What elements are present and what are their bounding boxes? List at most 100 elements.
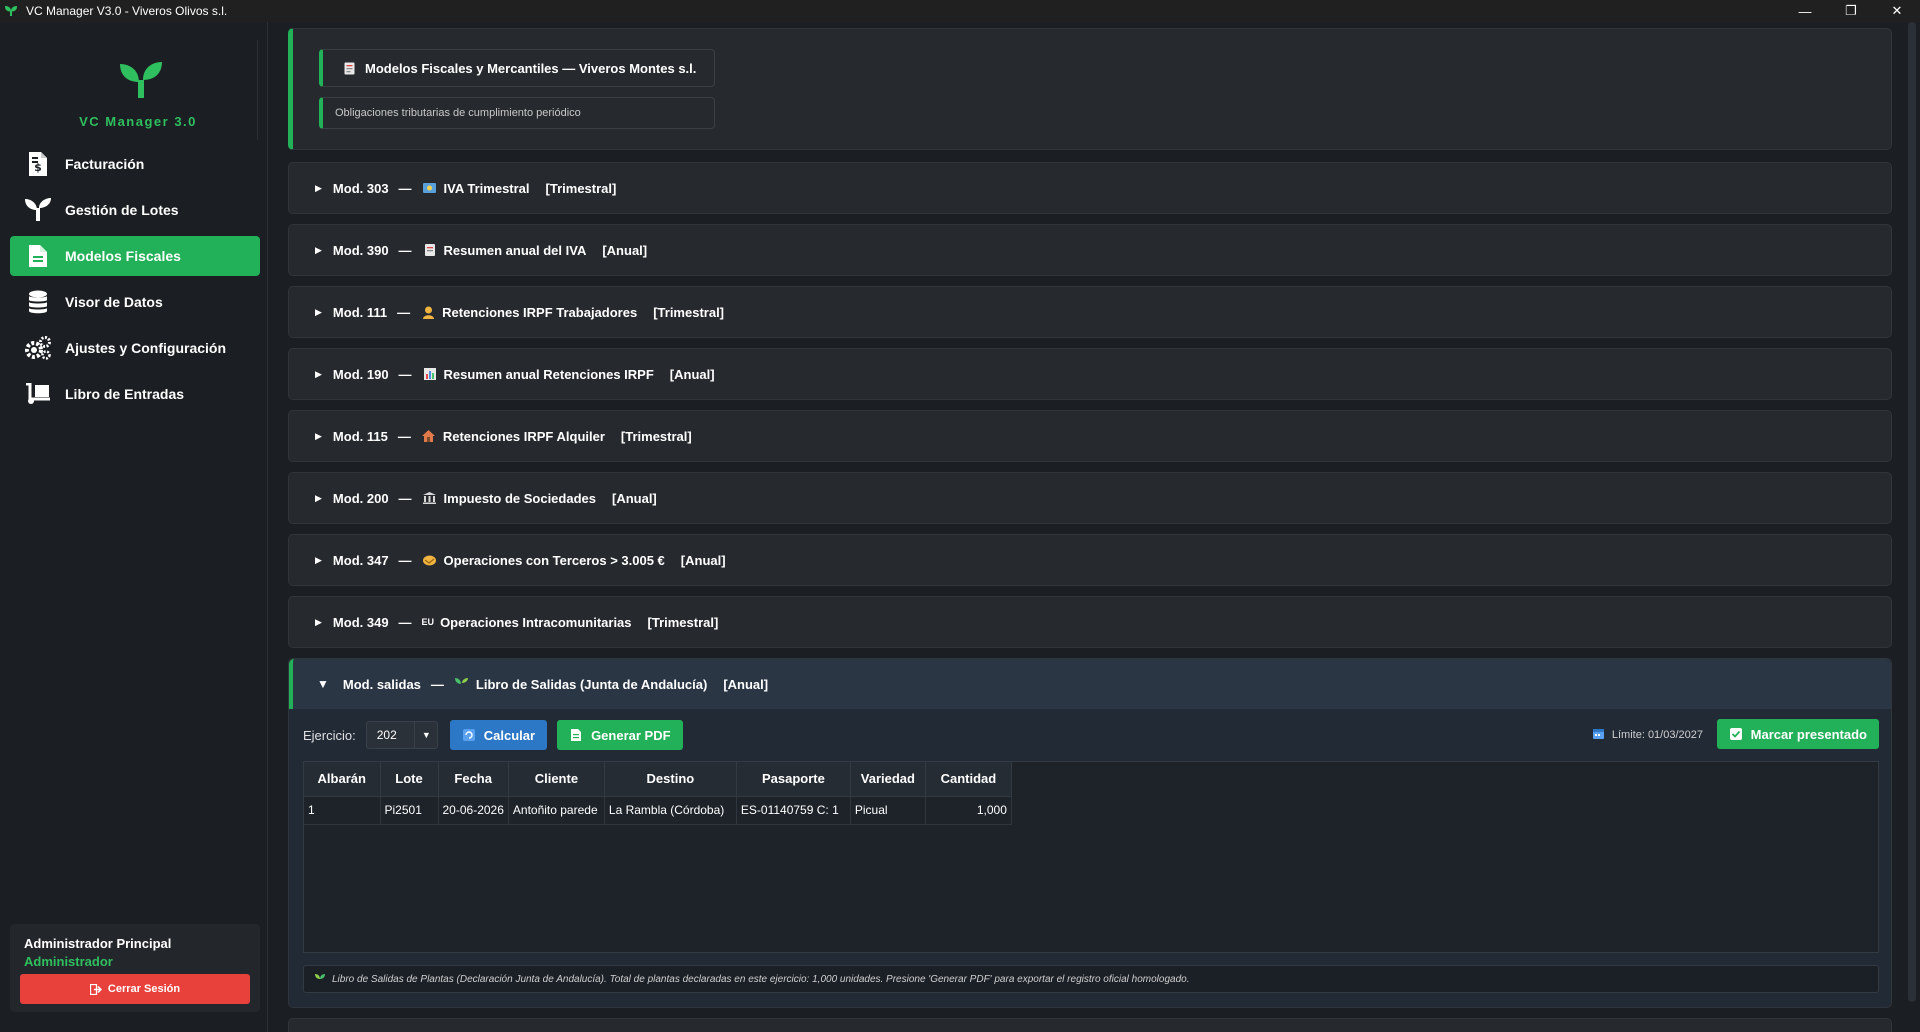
chevron-down-icon[interactable]: ▼ [413, 722, 431, 748]
user-card: Administrador Principal Administrador Ce… [10, 924, 260, 1012]
accordion-mod-111[interactable]: ▶ Mod. 111— Retenciones IRPF Trabajadore… [288, 286, 1892, 338]
model-code: Mod. 200 [332, 490, 389, 506]
receipt-icon [422, 244, 438, 256]
accordion-mod-190[interactable]: ▶ Mod. 190— Resumen anual Retenciones IR… [288, 348, 1892, 400]
salidas-table: Albarán Lote Fecha Cliente Destino Pasap… [303, 761, 1879, 953]
table-cell[interactable]: Pi2501 [380, 796, 439, 825]
minimize-button[interactable]: — [1782, 0, 1828, 22]
scrollbar[interactable] [1908, 22, 1916, 1002]
calendar-icon [1592, 728, 1604, 742]
table-header-row: Albarán Lote Fecha Cliente Destino Pasap… [304, 762, 1012, 797]
close-button[interactable]: ✕ [1874, 0, 1920, 22]
column-header[interactable]: Variedad [850, 762, 926, 797]
deadline-text: Límite: 01/03/2027 [1611, 729, 1703, 741]
calculate-button[interactable]: Calcular [449, 720, 548, 750]
model-period: [Trimestral] [620, 428, 692, 444]
mark-submitted-label: Marcar presentado [1750, 726, 1867, 742]
deadline-info: Límite: 01/03/2027 [1592, 719, 1703, 751]
model-period: [Trimestral] [545, 180, 617, 196]
logout-button[interactable]: Cerrar Sesión [20, 974, 250, 1004]
column-header[interactable]: Fecha [438, 762, 509, 797]
restore-button[interactable]: ❐ [1828, 0, 1874, 22]
sidebar-item-visor-datos[interactable]: Visor de Datos [10, 282, 260, 322]
column-header[interactable]: Cliente [508, 762, 605, 797]
model-name: Resumen anual Retenciones IRPF [443, 366, 654, 382]
exercise-value: 202 [376, 728, 397, 742]
table-cell[interactable]: Antoñito parede [508, 796, 605, 825]
sidebar-item-ajustes[interactable]: Ajustes y Configuración [10, 328, 260, 368]
user-name: Administrador Principal [24, 936, 172, 951]
exercise-label: Ejercicio: [303, 727, 356, 743]
table-cell[interactable]: 1,000 [925, 796, 1012, 825]
accordion-mod-200[interactable]: ▶ Mod. 200— Impuesto de Sociedades [Anua… [288, 472, 1892, 524]
model-period: [Anual] [680, 552, 726, 568]
main-content: Modelos Fiscales y Mercantiles — Viveros… [284, 22, 1904, 1032]
sidebar-item-libro-entradas[interactable]: Libro de Entradas [10, 374, 260, 414]
column-header[interactable]: Pasaporte [736, 762, 851, 797]
invoice-dollar-icon: $ [24, 150, 52, 178]
sidebar-item-label: Modelos Fiscales [65, 248, 181, 264]
user-role: Administrador [24, 954, 113, 969]
house-icon [421, 430, 437, 442]
model-code: Mod. 347 [332, 552, 389, 568]
model-name: IVA Trimestral [443, 180, 530, 196]
model-period: [Anual] [602, 242, 648, 258]
generate-pdf-button[interactable]: Generar PDF [557, 720, 683, 750]
document-icon [24, 242, 52, 270]
column-header[interactable]: Lote [380, 762, 439, 797]
table-cell[interactable]: Picual [850, 796, 926, 825]
table-cell[interactable]: ES-01140759 C: 1 [736, 796, 851, 825]
model-code: Mod. 111 [332, 304, 388, 320]
accordion-mod-115[interactable]: ▶ Mod. 115— Retenciones IRPF Alquiler [T… [288, 410, 1892, 462]
accordion-mod-347[interactable]: ▶ Mod. 347— Operaciones con Terceros > 3… [288, 534, 1892, 586]
sidebar-item-lotes[interactable]: Gestión de Lotes [10, 190, 260, 230]
logo: VC Manager 3.0 [18, 40, 258, 140]
seedling-logo-icon [120, 62, 162, 98]
refresh-icon [462, 728, 476, 742]
model-period: [Anual] [611, 490, 657, 506]
model-code: Mod. 390 [332, 242, 389, 258]
caret-right-icon: ▶ [315, 306, 322, 317]
scrollbar-thumb[interactable] [1908, 22, 1916, 1002]
sidebar-nav: $ Facturación Gestión de Lotes Modelos F… [10, 144, 260, 420]
title-bar: VC Manager V3.0 - Viveros Olivos s.l. — … [0, 0, 1920, 22]
model-code: Mod. 303 [332, 180, 389, 196]
caret-right-icon: ▶ [315, 182, 322, 193]
accordion-header[interactable]: ▼ Mod. salidas — Libro de Salidas (Junta … [289, 659, 1891, 709]
table-cell[interactable]: 20-06-2026 [438, 796, 509, 825]
model-name: Impuesto de Sociedades [443, 490, 596, 506]
column-header[interactable]: Cantidad [925, 762, 1012, 797]
handshake-icon [422, 555, 438, 566]
gears-icon [24, 334, 52, 362]
mark-submitted-button[interactable]: Marcar presentado [1716, 719, 1879, 749]
model-toolbar: Ejercicio: 202 ▼ Calcular Generar PDF Lí… [303, 719, 1879, 751]
info-note-text: Libro de Salidas de Plantas (Declaración… [332, 973, 1190, 985]
worker-icon [420, 306, 436, 319]
euro-note-icon [422, 183, 438, 193]
model-code: Mod. 115 [332, 428, 388, 444]
caret-right-icon: ▶ [315, 554, 322, 565]
model-name: Operaciones con Terceros > 3.005 € [443, 552, 665, 568]
accordion-mod-303[interactable]: ▶ Mod. 303— IVA Trimestral [Trimestral] [288, 162, 1892, 214]
accordion-mod-349[interactable]: ▶ Mod. 349— EU Operaciones Intracomunita… [288, 596, 1892, 648]
caret-right-icon: ▶ [315, 492, 322, 503]
dolly-icon [24, 380, 52, 408]
column-header[interactable]: Albarán [304, 762, 381, 797]
next-accordion-edge [288, 1018, 1892, 1032]
sidebar-item-facturacion[interactable]: $ Facturación [10, 144, 260, 184]
logo-text: VC Manager 3.0 [79, 114, 197, 129]
accordion-mod-390[interactable]: ▶ Mod. 390— Resumen anual del IVA [Anual… [288, 224, 1892, 276]
page-title: Modelos Fiscales y Mercantiles — Viveros… [319, 49, 715, 87]
model-name: Retenciones IRPF Alquiler [442, 428, 605, 444]
sidebar-item-modelos-fiscales[interactable]: Modelos Fiscales [10, 236, 260, 276]
table-cell[interactable]: La Rambla (Córdoba) [604, 796, 737, 825]
table-cell[interactable]: 1 [304, 796, 381, 825]
seedling-icon [314, 974, 326, 984]
info-note: Libro de Salidas de Plantas (Declaración… [303, 965, 1879, 993]
seedling-icon [4, 4, 18, 18]
data-table: Albarán Lote Fecha Cliente Destino Pasap… [304, 762, 1012, 825]
table-row[interactable]: 1 Pi2501 20-06-2026 Antoñito parede La R… [304, 796, 1012, 825]
exercise-combobox[interactable]: 202 ▼ [365, 721, 438, 749]
column-header[interactable]: Destino [604, 762, 737, 797]
seedling-icon [24, 196, 52, 224]
